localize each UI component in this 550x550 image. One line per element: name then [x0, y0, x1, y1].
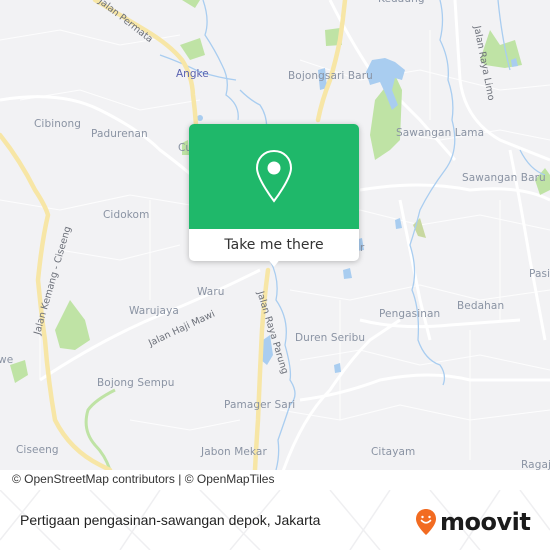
water-label-angke: Angke: [176, 68, 209, 80]
moovit-wordmark: moovit: [440, 508, 531, 536]
place-label-kedaung: Kedaung: [378, 0, 425, 5]
place-label-duren-seribu: Duren Seribu: [295, 332, 366, 344]
place-label-pengasinan: Pengasinan: [379, 308, 441, 320]
place-label-padurenan: Padurenan: [91, 128, 148, 140]
place-label-warujaya: Warujaya: [129, 305, 179, 317]
place-label-jabon-mekar: Jabon Mekar: [201, 446, 267, 458]
map-canvas[interactable]: Kedaung Bojongsari Baru Cibinong Paduren…: [0, 0, 550, 470]
map-pin-icon: [255, 149, 293, 203]
place-label-bojongsari-baru: Bojongsari Baru: [288, 70, 373, 82]
place-label-sawangan-lama: Sawangan Lama: [396, 127, 485, 139]
place-label-waru: Waru: [197, 286, 225, 298]
place-label-pamager-sari: Pamager Sari: [224, 399, 296, 411]
place-label-sawangan-baru: Sawangan Baru: [462, 172, 546, 184]
footer-bar: Pertigaan pengasinan-sawangan depok, Jak…: [0, 490, 550, 550]
take-me-there-button[interactable]: Take me there: [189, 229, 359, 261]
place-label-pasir: Pasi: [529, 268, 550, 280]
location-title: Pertigaan pengasinan-sawangan depok, Jak…: [20, 512, 321, 528]
place-label-citayam: Citayam: [371, 446, 416, 458]
moovit-pin-icon: [416, 509, 436, 535]
moovit-logo[interactable]: moovit: [415, 504, 531, 540]
popup-pointer: [267, 258, 281, 267]
place-label-bedahan: Bedahan: [457, 300, 505, 312]
place-label-ciseeng: Ciseeng: [16, 444, 59, 456]
popup-header: [189, 124, 359, 229]
place-label-cibinong: Cibinong: [34, 118, 82, 130]
place-label-ragajaya: Ragaj: [521, 459, 550, 470]
place-label-bojong-sempu: Bojong Sempu: [97, 377, 175, 389]
place-label-cidokom: Cidokom: [103, 209, 150, 221]
place-label-partial-we: we: [0, 354, 14, 366]
location-popup: Take me there: [189, 124, 359, 267]
map-attribution: © OpenStreetMap contributors | © OpenMap…: [0, 470, 550, 490]
place-label-partial-r: r: [360, 242, 365, 254]
attribution-text[interactable]: © OpenStreetMap contributors | © OpenMap…: [12, 472, 274, 486]
